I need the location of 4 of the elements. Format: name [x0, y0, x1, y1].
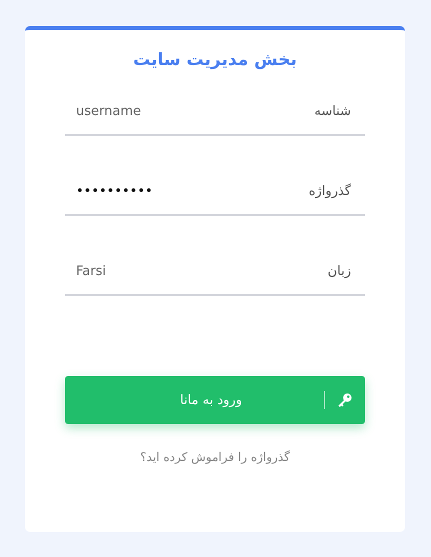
- input-field[interactable]: •••••••••• گذرواژه: [65, 168, 365, 216]
- form-title: بخش مدیریت سایت: [133, 50, 297, 70]
- forgot-password-link[interactable]: گذرواژه را فراموش کرده اید؟: [140, 450, 290, 464]
- key-icon: [337, 392, 352, 408]
